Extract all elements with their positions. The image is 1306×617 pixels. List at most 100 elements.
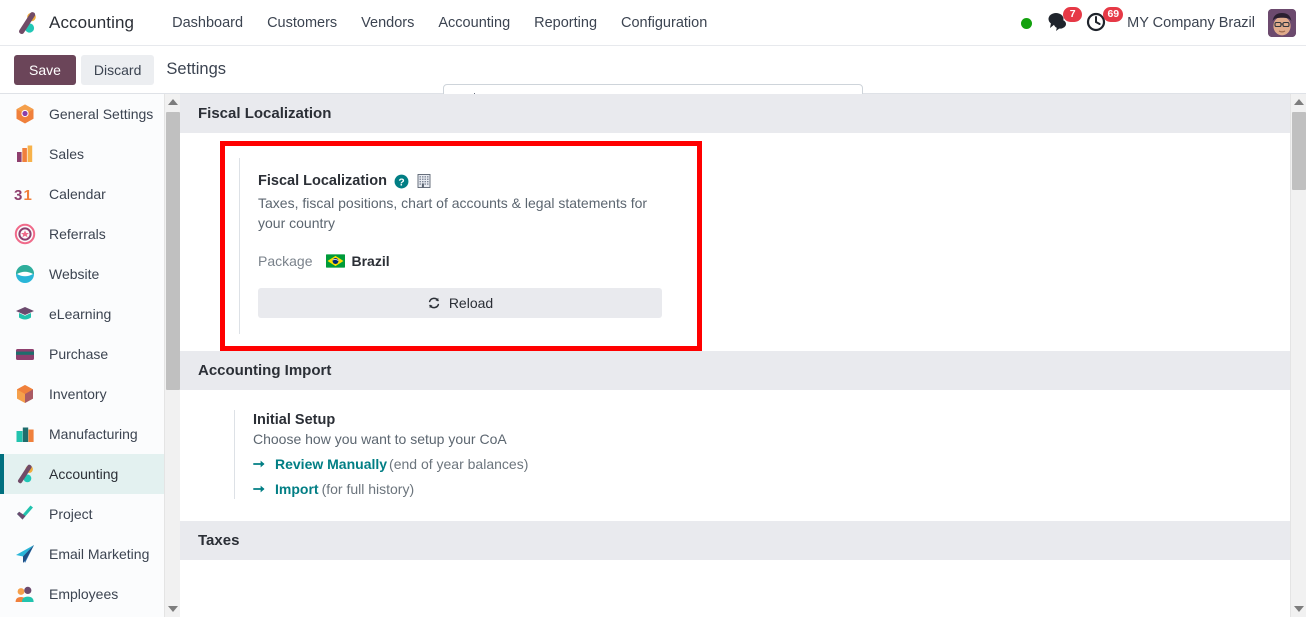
sidebar-item-website[interactable]: Website xyxy=(0,254,180,294)
review-manually-row[interactable]: Review Manually (end of year balances) xyxy=(253,456,1290,472)
sidebar-item-sales[interactable]: Sales xyxy=(0,134,180,174)
sidebar-label: Sales xyxy=(49,146,85,162)
app-brand[interactable]: Accounting xyxy=(14,10,134,36)
package-row: Package Brazil xyxy=(258,253,697,269)
svg-text:?: ? xyxy=(398,177,404,188)
section-header-fiscal-localization: Fiscal Localization xyxy=(180,94,1290,133)
sidebar-item-inventory[interactable]: Inventory xyxy=(0,374,180,414)
svg-text:1: 1 xyxy=(24,187,32,204)
sidebar-scroll-thumb[interactable] xyxy=(166,112,180,390)
general-settings-icon xyxy=(16,104,34,124)
menu-dashboard[interactable]: Dashboard xyxy=(160,9,255,37)
sidebar-label: Calendar xyxy=(49,186,106,202)
sidebar-item-elearning[interactable]: eLearning xyxy=(0,294,180,334)
section-header-accounting-import: Accounting Import xyxy=(180,350,1290,390)
building-icon xyxy=(417,174,431,188)
referrals-icon xyxy=(14,223,36,245)
initial-setup-setting: Initial Setup Choose how you want to set… xyxy=(234,409,1290,499)
fiscal-localization-setting: Fiscal Localization ? Taxes, fiscal posi… xyxy=(239,158,697,334)
calendar-icon: 3 1 xyxy=(14,187,32,204)
accounting-icon xyxy=(17,464,33,484)
import-link[interactable]: Import xyxy=(275,481,319,497)
menu-reporting[interactable]: Reporting xyxy=(522,9,609,37)
menu-customers[interactable]: Customers xyxy=(255,9,349,37)
messages-button[interactable]: 7 xyxy=(1045,7,1083,35)
svg-text:3: 3 xyxy=(14,187,22,204)
sidebar-label: Referrals xyxy=(49,226,106,242)
employees-icon xyxy=(15,586,34,602)
activities-button[interactable]: 69 xyxy=(1086,7,1124,35)
initial-setup-description: Choose how you want to setup your CoA xyxy=(253,430,507,447)
page-layout: General Settings Sales 3 1 Calendar Refe… xyxy=(0,94,1306,617)
app-brand-label: Accounting xyxy=(49,12,135,32)
sidebar-label: eLearning xyxy=(49,306,112,322)
company-switcher[interactable]: MY Company Brazil xyxy=(1127,15,1255,31)
section-body-fiscal-localization: Fiscal Localization ? Taxes, fiscal posi… xyxy=(180,141,1290,351)
reload-button[interactable]: Reload xyxy=(258,287,662,318)
project-icon xyxy=(17,505,33,520)
sidebar-item-email-marketing[interactable]: Email Marketing xyxy=(0,534,180,574)
menu-accounting[interactable]: Accounting xyxy=(426,9,522,37)
menu-vendors[interactable]: Vendors xyxy=(349,9,426,37)
review-manually-link[interactable]: Review Manually xyxy=(275,456,387,472)
sidebar-label: Project xyxy=(49,506,93,522)
section-header-taxes: Taxes xyxy=(180,520,1290,560)
purchase-icon xyxy=(16,349,34,360)
main-menu: Dashboard Customers Vendors Accounting R… xyxy=(160,9,719,37)
main-scroll-thumb[interactable] xyxy=(1292,112,1306,190)
user-avatar xyxy=(1268,9,1296,37)
sidebar-label: Purchase xyxy=(49,346,109,362)
package-country-name: Brazil xyxy=(351,252,390,269)
initial-setup-title: Initial Setup xyxy=(253,411,336,428)
help-question-icon[interactable]: ? xyxy=(394,174,409,189)
section-body-accounting-import: Initial Setup Choose how you want to set… xyxy=(180,409,1290,499)
sidebar-item-general-settings[interactable]: General Settings xyxy=(0,94,180,134)
package-label: Package xyxy=(258,252,313,269)
save-button[interactable]: Save xyxy=(14,54,76,85)
review-manually-note: (end of year balances) xyxy=(389,455,529,472)
sidebar-item-accounting[interactable]: Accounting xyxy=(0,454,180,494)
inventory-icon xyxy=(17,385,33,403)
sidebar-label: Website xyxy=(49,266,100,282)
settings-content: Fiscal Localization Fiscal Localization … xyxy=(180,94,1306,617)
import-row[interactable]: Import (for full history) xyxy=(253,481,1290,497)
main-scroll-down-arrow[interactable] xyxy=(1291,601,1306,617)
activities-count-badge: 69 xyxy=(1103,7,1124,22)
reload-refresh-icon xyxy=(428,297,439,308)
brazil-flag-icon xyxy=(326,253,346,268)
sidebar-scrollbar[interactable] xyxy=(164,94,180,617)
menu-configuration[interactable]: Configuration xyxy=(609,9,719,37)
elearning-icon xyxy=(16,307,34,320)
sidebar-label: Manufacturing xyxy=(49,426,138,442)
sidebar-item-calendar[interactable]: 3 1 Calendar xyxy=(0,174,180,214)
messages-count-badge: 7 xyxy=(1063,7,1083,22)
fiscal-localization-title: Fiscal Localization xyxy=(258,173,387,189)
discard-button[interactable]: Discard xyxy=(80,54,155,85)
main-scrollbar[interactable] xyxy=(1290,94,1306,617)
arrow-right-icon xyxy=(253,460,265,467)
navbar-right-group: 7 69 MY Company Brazil xyxy=(1021,0,1296,46)
sidebar-scroll-down-arrow[interactable] xyxy=(165,601,180,617)
sidebar-item-manufacturing[interactable]: Manufacturing xyxy=(0,414,180,454)
top-navbar: Accounting Dashboard Customers Vendors A… xyxy=(0,0,1306,46)
sidebar-label: Employees xyxy=(49,586,119,602)
sales-icon xyxy=(17,145,33,162)
avatar[interactable] xyxy=(1268,9,1296,37)
settings-sidebar: General Settings Sales 3 1 Calendar Refe… xyxy=(0,94,180,617)
sidebar-label: Accounting xyxy=(49,466,119,482)
arrow-right-icon xyxy=(253,485,265,492)
reload-button-label: Reload xyxy=(448,294,494,311)
sidebar-item-employees[interactable]: Employees xyxy=(0,574,180,614)
sidebar-scroll-up-arrow[interactable] xyxy=(165,94,180,110)
page-title: Settings xyxy=(166,60,227,78)
control-panel: Save Discard Settings Search... xyxy=(0,46,1306,116)
section-body-taxes xyxy=(180,559,1290,600)
package-value[interactable]: Brazil xyxy=(326,252,390,269)
sidebar-item-project[interactable]: Project xyxy=(0,494,180,534)
sidebar-item-referrals[interactable]: Referrals xyxy=(0,214,180,254)
main-scroll-up-arrow[interactable] xyxy=(1291,94,1306,110)
import-note: (for full history) xyxy=(321,480,415,497)
sidebar-item-purchase[interactable]: Purchase xyxy=(0,334,180,374)
manufacturing-icon xyxy=(16,427,34,442)
fiscal-localization-highlight-box: Fiscal Localization ? Taxes, fiscal posi… xyxy=(220,141,702,351)
